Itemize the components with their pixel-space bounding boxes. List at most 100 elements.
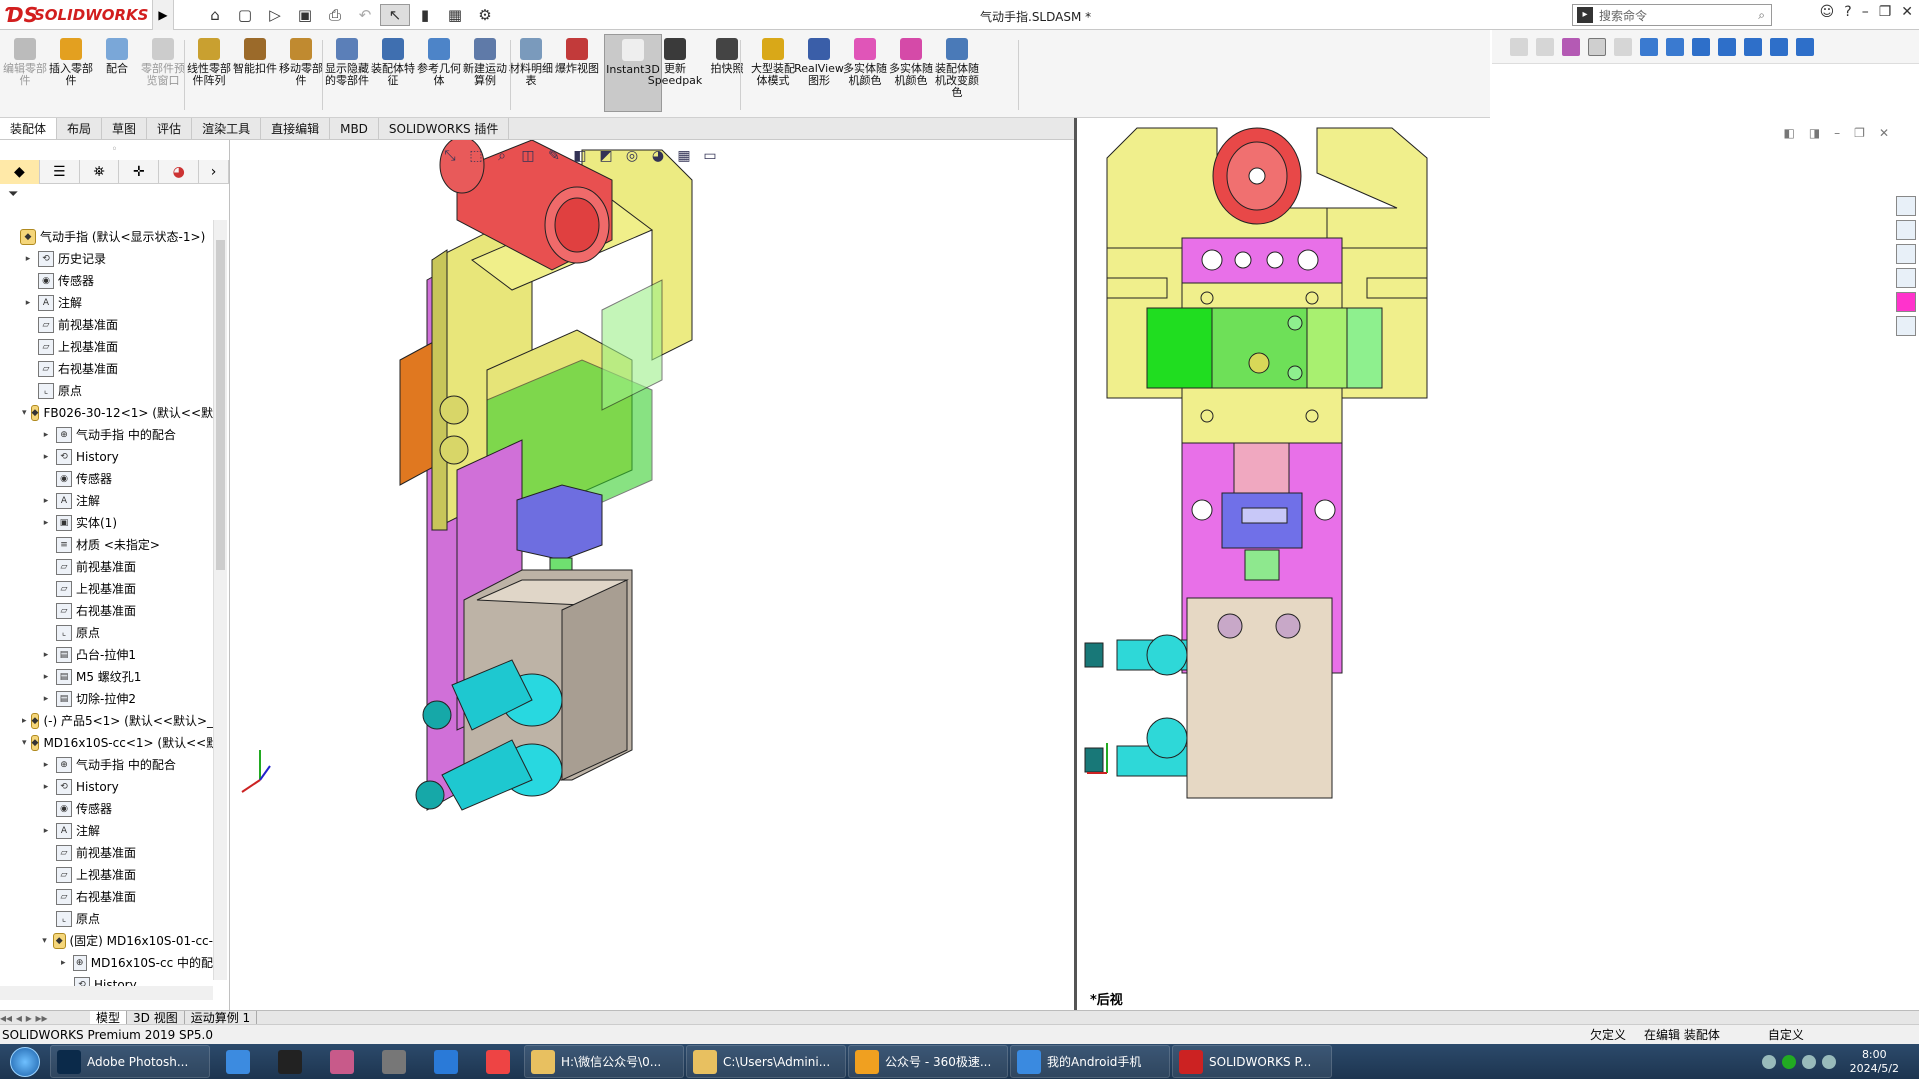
taskbar-item[interactable]: 公众号 - 360极速... [848,1045,1008,1078]
tree-node[interactable]: ▸ ⟲ History [0,446,213,468]
tree-node[interactable]: ▸ ▣ 实体(1) [0,512,213,534]
tab-scroll-arrows[interactable]: ◂◂ ◂ ▸ ▸▸ [0,1011,90,1025]
filter-icon[interactable] [1510,37,1528,56]
display-style-icon[interactable]: ◩ [596,148,616,166]
new-file-icon[interactable]: ▢ [230,4,260,26]
appearances-icon[interactable] [1896,292,1916,312]
tree-node[interactable]: ◉ 传感器 [0,468,213,490]
tab-7[interactable]: SOLIDWORKS 插件 [379,118,510,139]
expand-arrow-icon[interactable]: ▸ [58,952,69,974]
units-status[interactable]: 自定义 [1768,1025,1804,1045]
tree-node[interactable]: ▸ ⊕ 气动手指 中的配合 [0,424,213,446]
taskbar-item[interactable]: Adobe Photosh... [50,1045,210,1078]
tree-node[interactable]: ◉ 传感器 [0,798,213,820]
ribbon-button[interactable]: 装配体特征 [370,34,416,112]
configuration-tab-icon[interactable]: ⛯ [80,160,120,184]
bottom-tab-0[interactable]: 模型 [90,1011,128,1025]
scroll-thumb[interactable] [216,240,225,570]
save-icon[interactable]: ▣ [290,4,320,26]
ribbon-button[interactable]: 线性零部件阵列 [186,34,232,112]
expand-arrow-icon[interactable]: ▸ [40,820,52,842]
expand-arrow-icon[interactable]: ▸ [40,688,52,710]
panel-grip[interactable]: ◦ [0,140,229,160]
viewport-close-icon[interactable]: ✕ [1879,126,1889,140]
tree-node[interactable]: ▸ A 注解 [0,490,213,512]
triad-icon[interactable] [1744,37,1762,56]
expand-arrow-icon[interactable]: ▸ [22,710,27,732]
ribbon-button[interactable]: 材料明细表 [508,34,554,112]
filter-faces-icon[interactable] [1614,37,1632,56]
tree-node[interactable]: ▱ 上视基准面 [0,578,213,600]
viewport-prev-icon[interactable]: ◧ [1783,126,1794,140]
tree-node[interactable]: ⟲ History [0,974,213,986]
expand-arrow-icon[interactable]: ▸ [40,754,52,776]
ribbon-button[interactable]: 新建运动算例 [462,34,508,112]
back-view-model[interactable] [1077,118,1919,1010]
expand-arrow-icon[interactable]: ▾ [40,930,49,952]
tree-node[interactable]: ▾ ◆ FB026-30-12<1> (默认<<默 [0,402,213,424]
apply-scene-icon[interactable]: ▦ [674,148,694,166]
tray-volume-icon[interactable] [1821,1054,1836,1069]
isometric-model[interactable] [232,136,1072,1010]
ribbon-button[interactable]: 参考几何体 [416,34,462,112]
view-orientation-icon[interactable]: ◧ [570,148,590,166]
tree-node[interactable]: ▸ ▤ 凸台-拉伸1 [0,644,213,666]
ribbon-button[interactable]: RealView图形 [794,34,844,112]
tree-node[interactable]: ▱ 前视基准面 [0,314,213,336]
panel-more-icon[interactable]: › [199,160,230,184]
filter-vertices-icon[interactable] [1536,37,1554,56]
previous-view-icon[interactable]: ⌕ [492,148,512,166]
feature-tree-tab-icon[interactable]: ◆ [0,160,40,184]
tree-node[interactable]: ▸ A 注解 [0,292,213,314]
tree-node[interactable]: ▱ 前视基准面 [0,842,213,864]
open-file-icon[interactable]: ▷ [260,4,290,26]
tree-node[interactable]: ⌞ 原点 [0,380,213,402]
expand-arrow-icon[interactable]: ▸ [40,424,52,446]
ribbon-button[interactable]: 插入零部件 [48,34,94,112]
viewport-restore-icon[interactable]: ❐ [1854,126,1865,140]
more-icon[interactable] [1796,37,1814,56]
expand-arrow-icon[interactable]: ▸ [40,644,52,666]
tree-node[interactable]: ▾ ◆ MD16x10S-cc<1> (默认<<默认 [0,732,213,754]
search-icon[interactable]: ⌕ [1758,8,1765,23]
taskbar-item[interactable] [316,1045,368,1078]
graphics-viewport-back[interactable] [1077,118,1919,1010]
tree-node[interactable]: ▸ ▤ 切除-拉伸2 [0,688,213,710]
hide-show-items-icon[interactable]: ◎ [622,148,642,166]
tree-node[interactable]: ≡ 材质 <未指定> [0,534,213,556]
tree-node[interactable]: ▾ ◆ (固定) MD16x10S-01-cc- [0,930,213,952]
search-box[interactable]: ▸ 搜索命令 ⌕ [1572,4,1772,26]
tree-node[interactable]: ▸ ⟲ 历史记录 [0,248,213,270]
filter-funnel-icon[interactable]: ⏷ [0,184,229,206]
tree-node[interactable]: ◉ 传感器 [0,270,213,292]
tree-node[interactable]: ▱ 上视基准面 [0,336,213,358]
expand-arrow-icon[interactable]: ▾ [22,732,27,754]
ribbon-button[interactable]: 爆炸视图 [554,34,600,112]
tab-0[interactable]: 装配体 [0,118,58,139]
tree-node[interactable]: ▸ ⟲ History [0,776,213,798]
taskbar-item[interactable] [472,1045,524,1078]
tree-node[interactable]: ▱ 上视基准面 [0,864,213,886]
tab-3[interactable]: 评估 [147,118,193,139]
options-gear-icon[interactable]: ⚙ [470,4,500,26]
tab-2[interactable]: 草图 [102,118,148,139]
ribbon-button[interactable]: 大型装配体模式 [750,34,796,112]
section-view-icon[interactable]: ◫ [518,148,538,166]
tree-node[interactable]: ⌞ 原点 [0,908,213,930]
taskbar-item[interactable] [264,1045,316,1078]
view-palette-icon[interactable] [1896,268,1916,288]
bottom-tab-1[interactable]: 3D 视图 [127,1011,185,1025]
minimize-icon[interactable]: – [1862,4,1869,20]
ribbon-button[interactable]: 更新Speedpak [648,34,702,112]
clock[interactable]: 8:00 2024/5/2 [1850,1048,1899,1076]
expand-arrow-icon[interactable]: ▸ [40,446,52,468]
taskbar-item[interactable]: C:\Users\Admini... [686,1045,846,1078]
ribbon-button[interactable]: 显示隐藏的零部件 [324,34,370,112]
ribbon-button[interactable]: 移动零部件 [278,34,324,112]
expand-arrow-icon[interactable]: ▸ [40,490,52,512]
taskbar-item[interactable] [212,1045,264,1078]
solidworks-resources-icon[interactable] [1896,196,1916,216]
zoom-fit-icon[interactable]: ⤡ [440,148,460,166]
viewport-next-icon[interactable]: ◨ [1809,126,1820,140]
rebuild-icon[interactable]: ▦ [440,4,470,26]
